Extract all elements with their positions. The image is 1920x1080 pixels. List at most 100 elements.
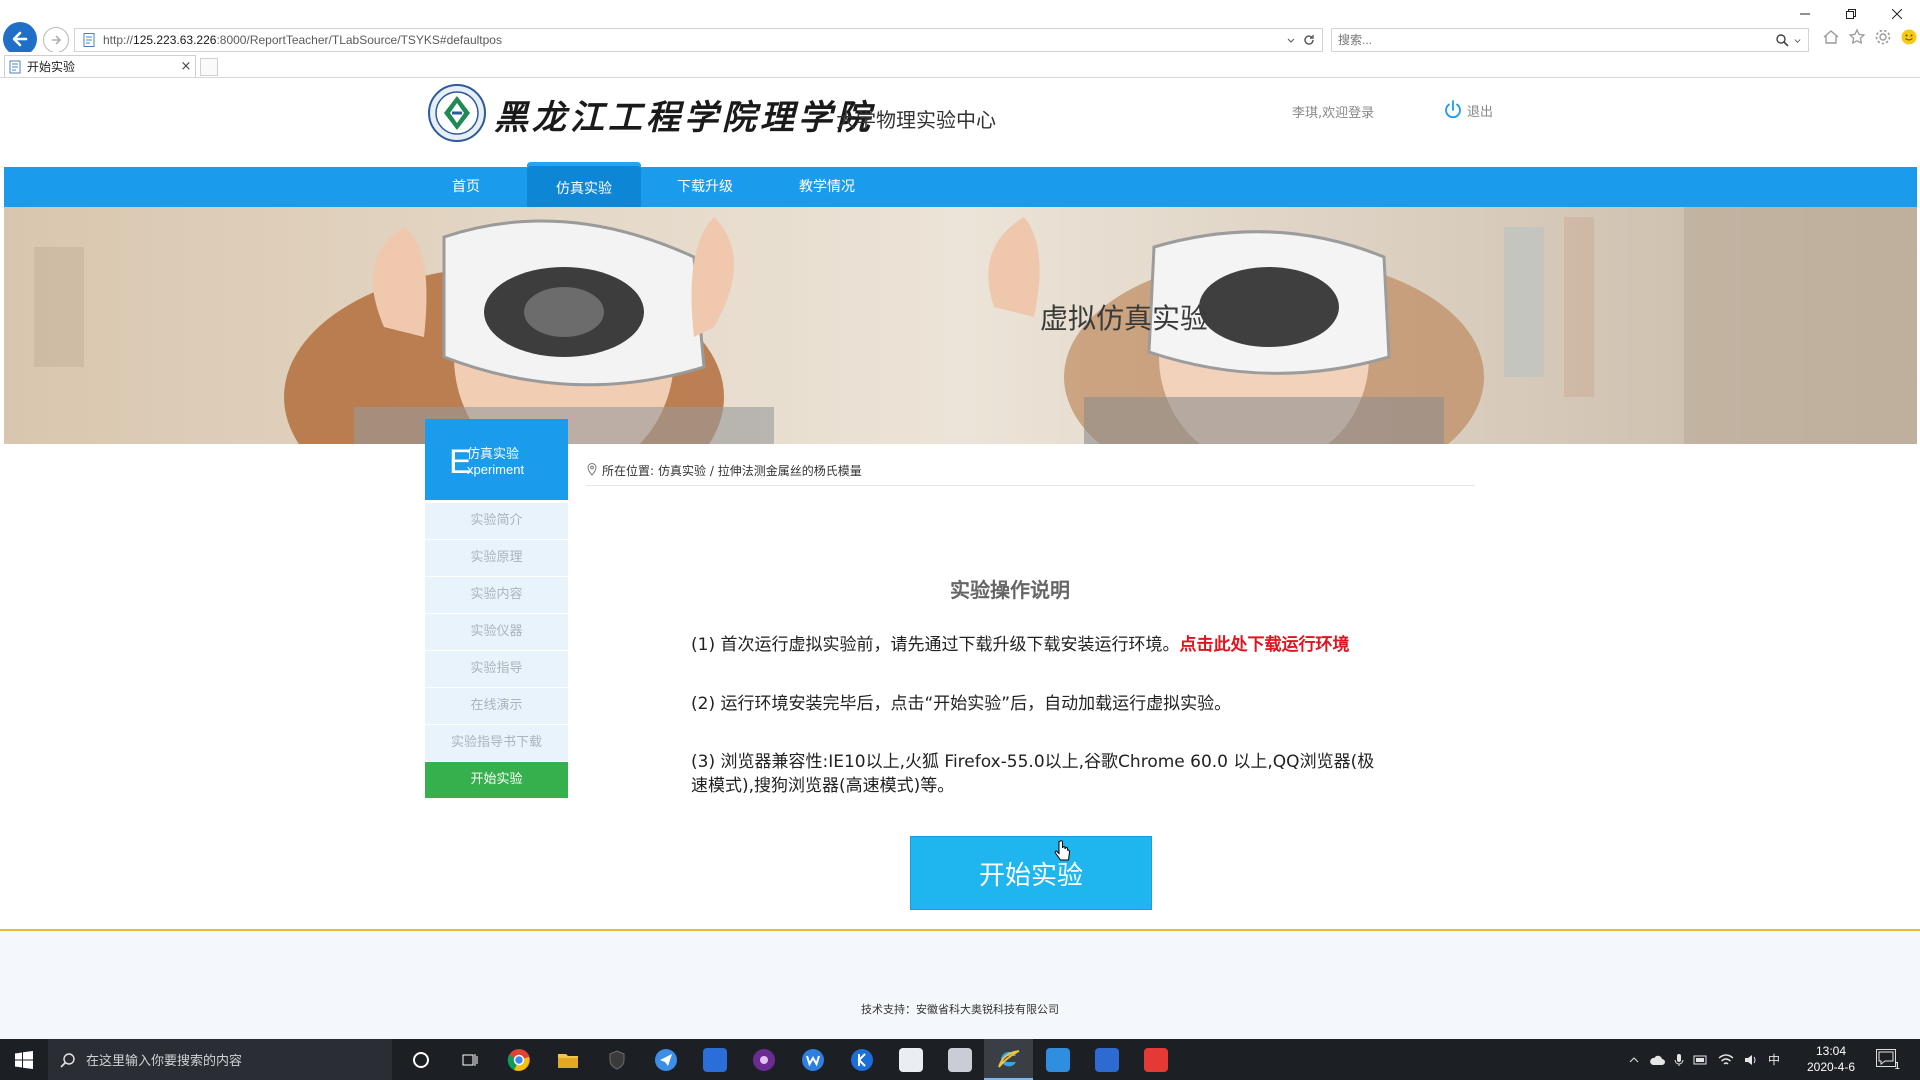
restore-button[interactable] xyxy=(1828,0,1874,28)
work-app-icon xyxy=(1094,1047,1119,1072)
cloud-icon[interactable] xyxy=(1649,1054,1665,1066)
microphone-icon[interactable] xyxy=(1674,1053,1684,1067)
sidebar-item-principle[interactable]: 实验原理 xyxy=(425,540,568,576)
school-name: 黑龙江工程学院理学院 xyxy=(494,98,874,138)
minimize-button[interactable] xyxy=(1782,0,1828,28)
taskbar-app-work[interactable] xyxy=(1082,1039,1131,1080)
taskbar-app-ie[interactable] xyxy=(984,1039,1033,1080)
breadcrumb: 所在位置: 仿真实验 / 拉伸法测金属丝的杨氏模量 xyxy=(586,462,1475,486)
refresh-icon[interactable] xyxy=(1302,33,1316,47)
nav-home[interactable]: 首页 xyxy=(410,167,522,207)
logout-link[interactable]: 退出 xyxy=(1442,99,1493,121)
sidebar-item-content[interactable]: 实验内容 xyxy=(425,577,568,613)
cortana-circle-icon xyxy=(412,1051,429,1068)
school-emblem-logo xyxy=(428,84,486,142)
site-header: 黑龙江工程学院理学院 大学物理实验中心 李琪,欢迎登录 退出 xyxy=(0,78,1920,166)
new-tab-button[interactable] xyxy=(200,58,218,76)
hero-banner: 虚拟仿真实验 xyxy=(4,207,1917,444)
arrow-left-icon xyxy=(12,31,28,47)
nav-teaching[interactable]: 教学情况 xyxy=(769,167,885,207)
favorites-star-icon[interactable] xyxy=(1848,28,1866,46)
clock-time: 13:04 xyxy=(1815,1044,1847,1058)
url-host: 125.223.63.226 xyxy=(133,33,217,47)
download-runtime-link[interactable]: 点击此处下载运行环境 xyxy=(1179,635,1349,655)
wifi-icon[interactable] xyxy=(1718,1053,1734,1067)
tab-close-button[interactable]: × xyxy=(177,59,195,74)
c-app-icon xyxy=(1143,1047,1168,1072)
breadcrumb-path[interactable]: 仿真实验 / 拉伸法测金属丝的杨氏模量 xyxy=(658,462,862,479)
url-text[interactable]: http://125.223.63.226:8000/ReportTeacher… xyxy=(103,33,1286,47)
battery-icon[interactable] xyxy=(1693,1054,1709,1066)
taskbar-search-placeholder: 在这里输入你要搜索的内容 xyxy=(86,1054,243,1069)
notification-count: 1 xyxy=(1894,1061,1901,1072)
shield-icon xyxy=(609,1049,624,1070)
smiley-feedback-icon[interactable] xyxy=(1900,28,1918,46)
sidebar-item-intro[interactable]: 实验简介 xyxy=(425,503,568,539)
chevron-down-icon[interactable] xyxy=(1793,36,1802,45)
sidebar-item-start-experiment[interactable]: 开始实验 xyxy=(425,762,568,798)
forward-button[interactable] xyxy=(43,27,69,53)
logout-label: 退出 xyxy=(1467,104,1494,120)
cortana-button[interactable] xyxy=(396,1039,445,1080)
folder-icon xyxy=(557,1053,578,1068)
footer-support-text: 技术支持：安徽省科大奥锐科技有限公司 xyxy=(861,1003,1059,1016)
taskbar-app-chrome[interactable] xyxy=(494,1039,543,1080)
search-icon[interactable] xyxy=(1775,33,1789,47)
start-experiment-button[interactable]: 开始实验 xyxy=(910,836,1152,910)
internet-explorer-icon xyxy=(997,1049,1019,1068)
nav-simulation[interactable]: 仿真实验 xyxy=(527,162,641,207)
clock-date: 2020-4-6 xyxy=(1806,1060,1856,1074)
browser-toolbar: http://125.223.63.226:8000/ReportTeacher… xyxy=(0,0,1920,56)
start-button[interactable] xyxy=(0,1039,48,1080)
task-view-button[interactable] xyxy=(445,1039,494,1080)
taskbar-app-window[interactable] xyxy=(935,1039,984,1080)
nav-download[interactable]: 下载升级 xyxy=(647,167,763,207)
star-app-icon xyxy=(702,1047,727,1072)
taskbar-app-paperplane[interactable] xyxy=(641,1039,690,1080)
chrome-icon xyxy=(507,1048,530,1071)
instruction-step-2: (2) 运行环境安装完毕后，点击“开始实验”后，自动加载运行虚拟实验。 xyxy=(691,694,1232,714)
instruction-step-1: (1) 首次运行虚拟实验前，请先通过下载升级下载安装运行环境。点击此处下载运行环… xyxy=(691,633,1381,657)
media-player-icon xyxy=(752,1048,775,1071)
chevron-up-icon[interactable] xyxy=(1628,1054,1640,1066)
breadcrumb-label: 所在位置: xyxy=(602,464,655,478)
step-1-text: (1) 首次运行虚拟实验前，请先通过下载升级下载安装运行环境。 xyxy=(691,635,1180,655)
taskbar-app-media[interactable] xyxy=(739,1039,788,1080)
ime-indicator[interactable]: 中 xyxy=(1768,1051,1780,1068)
sidebar-menu: 实验简介 实验原理 实验内容 实验仪器 实验指导 在线演示 实验指导书下载 开始… xyxy=(425,503,568,799)
sidebar-item-guide-download[interactable]: 实验指导书下载 xyxy=(425,725,568,761)
cards-app-icon xyxy=(1045,1047,1070,1072)
home-icon[interactable] xyxy=(1822,28,1840,46)
close-window-button[interactable] xyxy=(1874,0,1920,28)
hand-cursor-icon xyxy=(1054,840,1071,861)
action-center-button[interactable] xyxy=(1876,1049,1896,1067)
taskbar-app-w[interactable] xyxy=(788,1039,837,1080)
dropdown-arrow-icon[interactable] xyxy=(1286,35,1296,45)
taskbar-clock[interactable]: 13:04 2020-4-6 xyxy=(1796,1043,1866,1075)
sidebar-head-title: 仿真实验 xyxy=(467,447,520,462)
taskbar-search-box[interactable]: 在这里输入你要搜索的内容 xyxy=(48,1039,392,1080)
volume-icon[interactable] xyxy=(1743,1053,1759,1067)
browser-tab[interactable]: 开始实验 × xyxy=(4,55,196,77)
address-bar[interactable]: http://125.223.63.226:8000/ReportTeacher… xyxy=(74,28,1323,52)
taskbar-app-star[interactable] xyxy=(690,1039,739,1080)
sidebar-item-instruments[interactable]: 实验仪器 xyxy=(425,614,568,650)
browser-search-input[interactable] xyxy=(1338,33,1775,47)
taskbar-app-cards[interactable] xyxy=(1033,1039,1082,1080)
settings-gear-icon[interactable] xyxy=(1874,28,1892,46)
welcome-text: 李琪,欢迎登录 xyxy=(1292,106,1375,121)
k-app-icon xyxy=(850,1048,873,1071)
url-prefix: http:// xyxy=(103,33,134,47)
taskbar-app-bird[interactable] xyxy=(886,1039,935,1080)
sidebar-item-online-demo[interactable]: 在线演示 xyxy=(425,688,568,724)
paper-plane-icon xyxy=(654,1048,677,1071)
taskbar-app-shield[interactable] xyxy=(592,1039,641,1080)
browser-search-box[interactable] xyxy=(1331,28,1809,52)
back-button[interactable] xyxy=(3,22,37,56)
url-path: :8000/ReportTeacher/TLabSource/TSYKS#def… xyxy=(216,33,502,47)
taskbar-app-c[interactable] xyxy=(1131,1039,1180,1080)
taskbar-app-explorer[interactable] xyxy=(543,1039,592,1080)
sidebar-item-guidance[interactable]: 实验指导 xyxy=(425,651,568,687)
taskbar-app-k[interactable] xyxy=(837,1039,886,1080)
task-view-icon xyxy=(462,1053,477,1066)
